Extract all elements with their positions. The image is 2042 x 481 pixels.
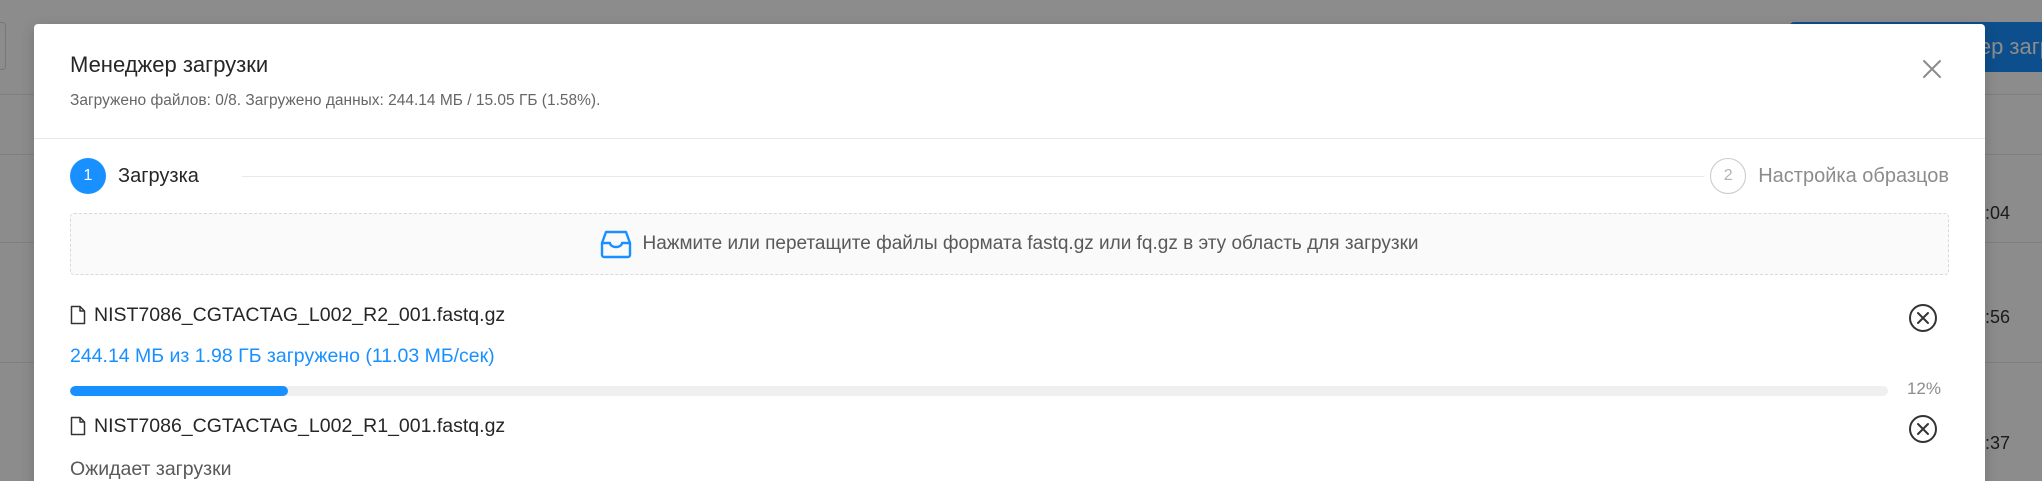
close-circle-icon: [1909, 304, 1937, 332]
file-name: NIST7086_CGTACTAG_L002_R1_001.fastq.gz: [94, 414, 506, 437]
upload-dropzone[interactable]: Нажмите или перетащите файлы формата fas…: [70, 213, 1949, 275]
step-title: Настройка образцов: [1758, 165, 1949, 187]
remove-file-button[interactable]: [1907, 413, 1939, 445]
close-circle-icon: [1909, 415, 1937, 443]
modal-title: Менеджер загрузки: [70, 52, 269, 77]
steps: 1 Загрузка 2 Настройка образцов: [34, 139, 1985, 213]
upload-file-item: NIST7086_CGTACTAG_L002_R1_001.fastq.gz О…: [70, 411, 1949, 481]
step-number: 1: [70, 158, 106, 194]
step-sample-setup: 2 Настройка образцов: [1710, 158, 1949, 194]
progress-fill: [70, 386, 289, 396]
modal-body: 1 Загрузка 2 Настройка образцов Нажмите …: [34, 139, 1985, 481]
step-connector: [242, 176, 1704, 177]
inbox-icon: [601, 230, 632, 259]
upload-manager-modal: Менеджер загрузки Загружено файлов: 0/8.…: [34, 24, 1985, 481]
close-icon: [1923, 60, 1941, 78]
step-upload: 1 Загрузка: [70, 158, 199, 194]
upload-progress: 12%: [70, 379, 1949, 401]
close-button[interactable]: [1915, 52, 1949, 86]
modal-header: Менеджер загрузки Загружено файлов: 0/8.…: [34, 24, 1985, 139]
upload-file-item: NIST7086_CGTACTAG_L002_R2_001.fastq.gz 2…: [70, 300, 1949, 401]
step-title: Загрузка: [118, 165, 199, 187]
file-name-row: NIST7086_CGTACTAG_L002_R1_001.fastq.gz: [70, 411, 1949, 441]
file-icon: [70, 416, 86, 436]
file-name-row: NIST7086_CGTACTAG_L002_R2_001.fastq.gz: [70, 300, 1949, 330]
progress-percent: 12%: [1906, 379, 1941, 398]
file-upload-status: 244.14 МБ из 1.98 ГБ загружено (11.03 МБ…: [70, 345, 495, 367]
file-icon: [70, 305, 86, 325]
step-number: 2: [1710, 158, 1747, 194]
file-upload-status: Ожидает загрузки: [70, 458, 232, 480]
dropzone-text: Нажмите или перетащите файлы формата fas…: [642, 233, 1419, 254]
progress-track: [70, 386, 1888, 396]
modal-subtitle: Загружено файлов: 0/8. Загружено данных:…: [70, 92, 601, 109]
file-name: NIST7086_CGTACTAG_L002_R2_001.fastq.gz: [94, 303, 506, 326]
remove-file-button[interactable]: [1907, 302, 1939, 334]
